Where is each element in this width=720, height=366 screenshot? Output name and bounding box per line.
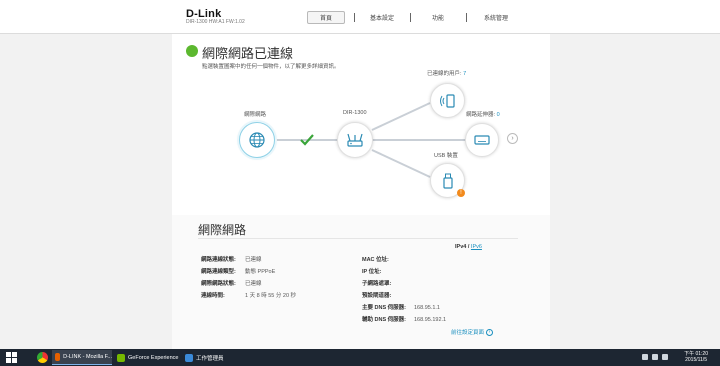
clients-label: 已連線的用戶: 7 [427, 71, 467, 77]
ipv6-tab[interactable]: IPv6 [471, 244, 482, 250]
firefox-icon [55, 353, 61, 361]
info-row: 主要 DNS 伺服器: 168.95.1.1 [362, 305, 440, 311]
windows-start-icon[interactable] [6, 352, 17, 363]
extender-node[interactable] [465, 123, 499, 157]
taskbar-task-geforce[interactable]: GeForce Experience [114, 350, 180, 365]
taskbar-task-task-manager[interactable]: 工作管理員 [182, 350, 234, 365]
section-divider [198, 238, 518, 239]
chrome-icon[interactable] [37, 352, 48, 363]
router-node[interactable] [337, 122, 373, 158]
router-label: DIR-1300 [343, 110, 367, 116]
info-row: MAC 位址: [362, 257, 389, 263]
taskbar-task-firefox[interactable]: D-LINK - Mozilla F... [52, 350, 112, 365]
go-to-settings-label: 前往設定頁面 [451, 330, 485, 336]
clients-node[interactable] [430, 83, 465, 118]
wireless-client-icon [439, 93, 455, 108]
globe-icon [249, 132, 265, 148]
geforce-icon [117, 353, 125, 362]
info-row: 連線時間: 1 天 8 時 55 分 20 秒 [201, 293, 297, 299]
tray-network-icon[interactable] [642, 354, 648, 360]
info-row: 網路連線狀態: 已連線 [201, 257, 262, 263]
usb-alert-icon: ! [457, 189, 465, 197]
extender-label: 網路延伸器: 0 [466, 112, 500, 118]
extender-icon [474, 135, 490, 145]
info-row: 輔助 DNS 伺服器: 168.95.192.1 [362, 317, 447, 323]
section-title: 網際網路 [198, 223, 247, 237]
windows-taskbar: D-LINK - Mozilla F... GeForce Experience… [0, 349, 720, 366]
tray-ime-icon[interactable] [662, 354, 668, 360]
router-icon [347, 133, 363, 147]
tray-volume-icon[interactable] [652, 354, 658, 360]
page: D-Link DIR-1300 HW:A1 FW:1.02 首頁 基本設定 功能… [0, 0, 720, 366]
usb-drive-icon [442, 173, 453, 189]
tray-date: 2015/11/5 [685, 357, 707, 363]
clients-count: 7 [463, 71, 467, 77]
internet-node[interactable] [239, 122, 275, 158]
ipv4-tab[interactable]: IPv4 [455, 244, 466, 250]
next-arrow-button[interactable]: › [507, 133, 518, 144]
info-row: IP 位址: [362, 269, 382, 275]
info-row: 網際網路狀態: 已連線 [201, 281, 262, 287]
extender-count: 0 [496, 112, 500, 118]
usb-label: USB 裝置 [434, 153, 458, 159]
internet-label: 網際網路 [244, 112, 267, 118]
info-row: 預設閘道器: [362, 293, 392, 299]
ip-version-separator: / [467, 244, 470, 250]
ip-version-switch: IPv4 / IPv6 [455, 244, 482, 250]
info-row: 子網路遮罩: [362, 281, 392, 287]
info-row: 網路連線類型: 動態 PPPoE [201, 269, 276, 275]
go-to-settings-link[interactable]: 前往設定頁面 › [451, 328, 494, 336]
task-manager-icon [185, 353, 193, 362]
arrow-right-icon: › [486, 328, 494, 336]
tray-clock[interactable]: 下午 01:20 2015/11/5 [684, 351, 708, 363]
